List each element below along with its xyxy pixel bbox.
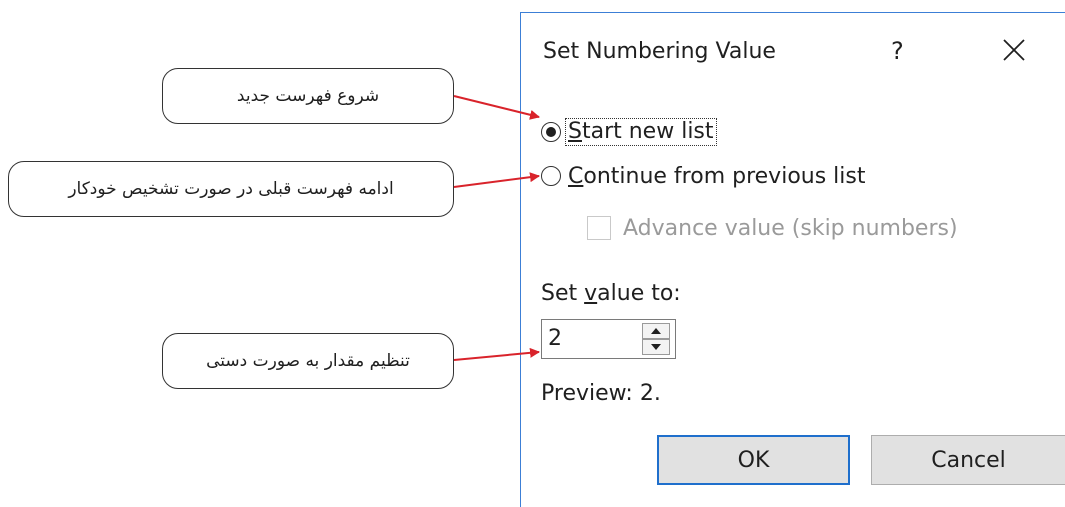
- arrow-start-new-list: [453, 95, 540, 120]
- arrow-set-value: [453, 347, 540, 361]
- annotation-arrows: [453, 95, 540, 361]
- screenshot-stage: Set Numbering Value ? Start new list Con…: [0, 0, 1065, 507]
- arrow-continue-previous: [453, 172, 540, 188]
